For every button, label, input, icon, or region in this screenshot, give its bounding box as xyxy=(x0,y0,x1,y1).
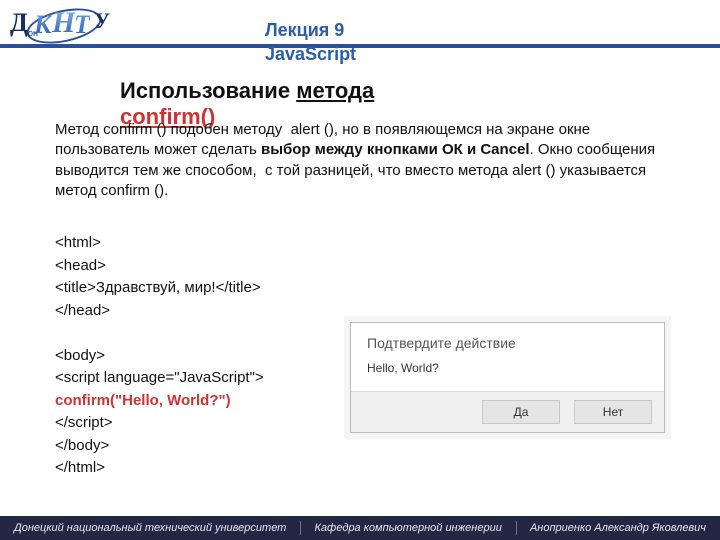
dialog-title: Подтвердите действие xyxy=(351,323,664,355)
code-line: <script language="JavaScript"> xyxy=(55,367,264,390)
code-line: <body> xyxy=(55,345,264,368)
code-highlight-line: confirm("Hello, World?") xyxy=(55,390,264,413)
footer-university: Донецкий национальный технический универ… xyxy=(14,522,286,534)
footer-author: Аноприенко Александр Яковлевич xyxy=(530,522,706,534)
confirm-dialog: Подтвердите действие Hello, World? Да Не… xyxy=(350,322,665,433)
dialog-no-button[interactable]: Нет xyxy=(574,400,652,424)
logo-letter-u: У xyxy=(94,8,110,34)
slide-paragraph: Метод confirm () подобен методу alert ()… xyxy=(55,120,665,201)
code-line: </head> xyxy=(55,300,264,323)
footer-department: Кафедра компьютерной инженерии xyxy=(314,522,501,534)
code-line: </body> xyxy=(55,435,264,458)
footer-bar: Донецкий национальный технический универ… xyxy=(0,516,720,540)
logo-letter-t: Т xyxy=(74,10,90,40)
code-line: </html> xyxy=(55,457,264,480)
dialog-button-row: Да Нет xyxy=(351,391,664,432)
logo-letter-h: Н xyxy=(52,6,75,40)
logo-letter-k: К xyxy=(34,10,52,40)
code-line: <html> xyxy=(55,232,264,255)
dialog-message: Hello, World? xyxy=(351,355,664,391)
code-sample: <html> <head> <title>Здравствуй, мир!</t… xyxy=(55,232,264,480)
lecture-subject: JavaScript xyxy=(265,44,356,65)
code-line xyxy=(55,322,264,345)
code-line: <head> xyxy=(55,255,264,278)
title-method-word: метода xyxy=(296,78,374,103)
header-divider xyxy=(0,44,720,48)
code-line: <title>Здравствуй, мир!</title> xyxy=(55,277,264,300)
logo-letter-d: Д xyxy=(10,8,28,38)
dialog-yes-button[interactable]: Да xyxy=(482,400,560,424)
title-prefix: Использование xyxy=(120,78,296,103)
lecture-number: Лекция 9 xyxy=(265,20,344,41)
code-line: </script> xyxy=(55,412,264,435)
